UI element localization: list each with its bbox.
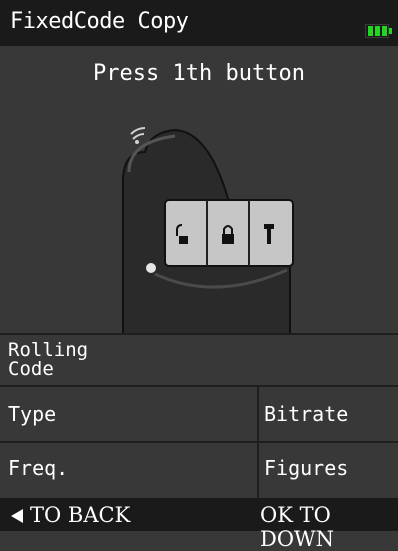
car-remote-key-icon	[122, 127, 294, 342]
back-button[interactable]: TO BACK	[30, 503, 130, 527]
capture-panel: Press 1th button	[0, 47, 398, 342]
battery-full-icon	[365, 24, 392, 38]
info-row-freq-figures: Freq. Figures	[0, 441, 398, 500]
page-title: FixedCode Copy	[10, 9, 189, 34]
footer-bar: TO BACK OK TO DOWN	[0, 498, 398, 551]
battery-cell	[382, 26, 387, 36]
signal-dot	[135, 140, 139, 144]
freq-label: Freq.	[8, 456, 69, 480]
led-indicator	[146, 263, 156, 273]
ok-button[interactable]: OK TO DOWN	[260, 503, 398, 551]
figures-label: Figures	[264, 456, 349, 480]
battery-cell	[375, 26, 380, 36]
info-row-rolling-code: Rolling Code	[0, 333, 398, 385]
battery-cell	[368, 26, 373, 36]
triangle-left-icon[interactable]	[10, 509, 24, 523]
info-row-type-bitrate: Type Bitrate	[0, 385, 398, 443]
type-label: Type	[8, 402, 57, 426]
rolling-code-label: Rolling Code	[8, 339, 89, 380]
button-pad	[164, 199, 294, 267]
bitrate-label: Bitrate	[264, 402, 349, 426]
column-divider	[257, 443, 259, 500]
signal-wave	[132, 133, 145, 140]
battery-tip	[389, 28, 392, 34]
column-divider	[257, 387, 259, 443]
instruction-prompt: Press 1th button	[93, 61, 305, 86]
title-bar: FixedCode Copy	[0, 0, 398, 46]
